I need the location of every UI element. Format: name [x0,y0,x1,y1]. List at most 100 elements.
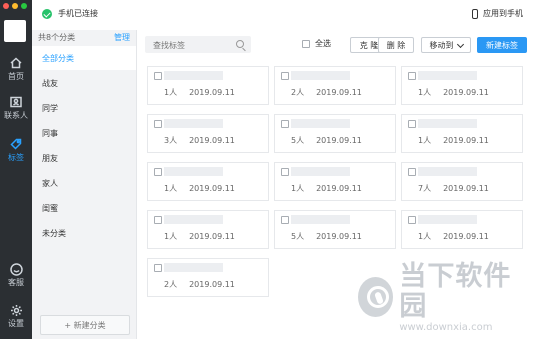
tag-name-placeholder [164,167,223,176]
tag-checkbox[interactable] [154,264,162,272]
rail-label: 首页 [8,72,24,81]
home-icon [0,56,32,70]
tag-name-placeholder [164,215,223,224]
tag-meta: 1人 2019.09.11 [164,231,235,242]
rail-item-tags[interactable]: 标签 [0,137,32,163]
tag-name-placeholder [164,71,223,80]
tag-checkbox[interactable] [408,120,416,128]
watermark-logo-icon [358,277,394,317]
delete-button[interactable]: 删 除 [378,37,414,53]
new-category-button[interactable]: + 新建分类 [40,315,130,335]
close-window-button[interactable] [3,3,9,9]
search-box[interactable] [145,36,251,53]
contacts-icon [0,95,32,109]
tag-card[interactable]: 1人 2019.09.11 [401,66,523,105]
category-item[interactable]: 家人 [32,171,136,195]
tag-checkbox[interactable] [154,168,162,176]
search-icon[interactable] [236,40,244,48]
tag-name-placeholder [164,263,223,272]
move-to-label: 移动到 [429,40,454,50]
category-item[interactable]: 战友 [32,71,136,95]
tag-date: 2019.09.11 [316,136,362,145]
tag-name-placeholder [418,215,477,224]
tag-count: 5人 [291,136,305,145]
tag-count: 7人 [418,184,432,193]
tag-checkbox[interactable] [408,216,416,224]
tag-count: 2人 [164,280,178,289]
tag-card[interactable]: 1人 2019.09.11 [401,114,523,153]
tag-date: 2019.09.11 [443,232,489,241]
tag-card[interactable]: 1人 2019.09.11 [274,162,396,201]
select-all-checkbox[interactable] [302,39,310,48]
tag-count: 5人 [291,232,305,241]
select-all[interactable]: 全选 [302,38,331,49]
category-sidebar: 共8个分类 管理 全部分类 战友 同学 同事 朋友 家人 闺蜜 未分类 + 新建… [32,30,137,339]
tag-card[interactable]: 5人 2019.09.11 [274,114,396,153]
zoom-window-button[interactable] [21,3,27,9]
category-item-all[interactable]: 全部分类 [32,46,136,70]
tag-card[interactable]: 1人 2019.09.11 [147,210,269,249]
tag-card[interactable]: 1人 2019.09.11 [401,210,523,249]
category-item[interactable]: 闺蜜 [32,196,136,220]
tag-checkbox[interactable] [154,120,162,128]
rail-label: 设置 [8,319,24,328]
tag-meta: 5人 2019.09.11 [291,135,362,146]
tag-checkbox[interactable] [281,72,289,80]
settings-icon [0,303,32,317]
tag-count: 1人 [164,184,178,193]
search-input[interactable] [151,37,235,53]
watermark: 当下软件园 www.downxia.com [358,261,523,333]
tag-count: 1人 [418,88,432,97]
move-to-dropdown[interactable]: 移动到 [421,37,471,53]
tag-card[interactable]: 7人 2019.09.11 [401,162,523,201]
tag-checkbox[interactable] [281,216,289,224]
window-controls [3,3,27,9]
apply-to-phone-button[interactable]: 应用到手机 [472,8,523,19]
tag-name-placeholder [418,167,477,176]
tag-checkbox[interactable] [408,168,416,176]
tag-checkbox[interactable] [281,120,289,128]
connection-status: 手机已连接 [42,8,98,19]
tag-card[interactable]: 3人 2019.09.11 [147,114,269,153]
rail-item-home[interactable]: 首页 [0,56,32,82]
tag-meta: 2人 2019.09.11 [291,87,362,98]
watermark-url: www.downxia.com [399,321,493,333]
category-count: 共8个分类 [38,33,76,42]
tag-count: 2人 [291,88,305,97]
rail-item-service[interactable]: 客服 [0,262,32,288]
tag-date: 2019.09.11 [443,136,489,145]
tag-checkbox[interactable] [281,168,289,176]
manage-categories-link[interactable]: 管理 [114,32,130,43]
tag-checkbox[interactable] [154,72,162,80]
tag-meta: 1人 2019.09.11 [418,231,489,242]
avatar[interactable] [4,20,26,42]
tag-card[interactable]: 2人 2019.09.11 [147,258,269,297]
rail-item-contacts[interactable]: 联系人 [0,95,32,121]
tag-date: 2019.09.11 [443,88,489,97]
category-item[interactable]: 未分类 [32,221,136,245]
new-tag-button[interactable]: 新建标签 [477,37,527,53]
tag-count: 1人 [291,184,305,193]
rail-label: 标签 [8,153,24,162]
tag-meta: 1人 2019.09.11 [164,183,235,194]
tag-name-placeholder [291,215,350,224]
rail-item-settings[interactable]: 设置 [0,303,32,329]
minimize-window-button[interactable] [12,3,18,9]
tag-checkbox[interactable] [408,72,416,80]
tag-card[interactable]: 5人 2019.09.11 [274,210,396,249]
tag-checkbox[interactable] [154,216,162,224]
category-item[interactable]: 朋友 [32,146,136,170]
tag-meta: 1人 2019.09.11 [418,87,489,98]
tag-meta: 1人 2019.09.11 [418,135,489,146]
tag-count: 3人 [164,136,178,145]
category-item[interactable]: 同学 [32,96,136,120]
tag-name-placeholder [291,71,350,80]
tag-card[interactable]: 1人 2019.09.11 [147,66,269,105]
tag-date: 2019.09.11 [189,136,235,145]
category-item[interactable]: 同事 [32,121,136,145]
rail-label: 联系人 [4,111,28,120]
tag-card[interactable]: 1人 2019.09.11 [147,162,269,201]
tag-card[interactable]: 2人 2019.09.11 [274,66,396,105]
connection-label: 手机已连接 [58,9,98,18]
tag-date: 2019.09.11 [316,232,362,241]
